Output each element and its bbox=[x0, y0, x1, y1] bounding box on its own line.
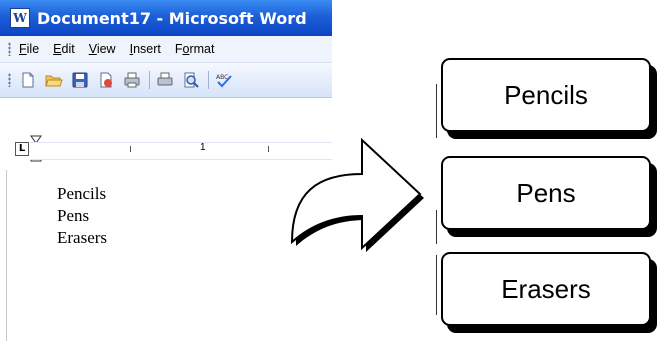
ruler-tick bbox=[268, 146, 269, 152]
toolbar-grip-icon[interactable] bbox=[8, 73, 11, 87]
page-edge bbox=[6, 170, 7, 341]
box-label: Erasers bbox=[501, 273, 591, 304]
menu-view[interactable]: View bbox=[89, 42, 116, 56]
transform-arrow-icon bbox=[290, 137, 424, 252]
menu-insert[interactable]: Insert bbox=[130, 42, 161, 56]
menu-format[interactable]: Format bbox=[175, 42, 215, 56]
window-title: Document17 - Microsoft Word bbox=[37, 8, 307, 28]
menu-bar: File Edit View Insert Format bbox=[0, 36, 332, 63]
print-icon[interactable] bbox=[123, 71, 141, 89]
box-label: Pencils bbox=[504, 79, 588, 110]
diagram-box-pens: Pens bbox=[441, 156, 651, 230]
toolbar-separator bbox=[208, 71, 209, 89]
title-bar: W Document17 - Microsoft Word bbox=[0, 0, 332, 36]
connector-line bbox=[436, 255, 437, 315]
document-line: Pens bbox=[57, 206, 90, 225]
document-body[interactable]: Pencils Pens Erasers bbox=[57, 183, 107, 249]
connector-line bbox=[436, 84, 437, 138]
ruler-tick bbox=[130, 146, 131, 152]
box-label: Pens bbox=[516, 177, 576, 208]
menu-file[interactable]: File bbox=[19, 42, 39, 56]
toolbar-separator bbox=[149, 71, 150, 89]
tab-selector-button[interactable]: L bbox=[15, 142, 29, 156]
document-line: Pencils bbox=[57, 184, 107, 203]
new-document-icon[interactable] bbox=[19, 71, 37, 89]
document-line: Erasers bbox=[57, 228, 108, 247]
diagram-box-erasers: Erasers bbox=[441, 252, 651, 326]
permission-icon[interactable] bbox=[97, 71, 115, 89]
spelling-icon[interactable]: ABC bbox=[215, 71, 233, 89]
menu-grip-icon[interactable] bbox=[8, 42, 11, 56]
print-preview-magnifier-icon[interactable] bbox=[182, 71, 200, 89]
save-icon[interactable] bbox=[71, 71, 89, 89]
ruler-number: 1 bbox=[200, 142, 206, 153]
open-folder-icon[interactable] bbox=[45, 71, 63, 89]
menu-edit[interactable]: Edit bbox=[53, 42, 75, 56]
connector-line bbox=[436, 210, 437, 244]
standard-toolbar: ABC bbox=[0, 63, 332, 98]
word-doc-icon: W bbox=[10, 8, 30, 28]
diagram-box-pencils: Pencils bbox=[441, 58, 651, 132]
print-preview-icon[interactable] bbox=[156, 71, 174, 89]
